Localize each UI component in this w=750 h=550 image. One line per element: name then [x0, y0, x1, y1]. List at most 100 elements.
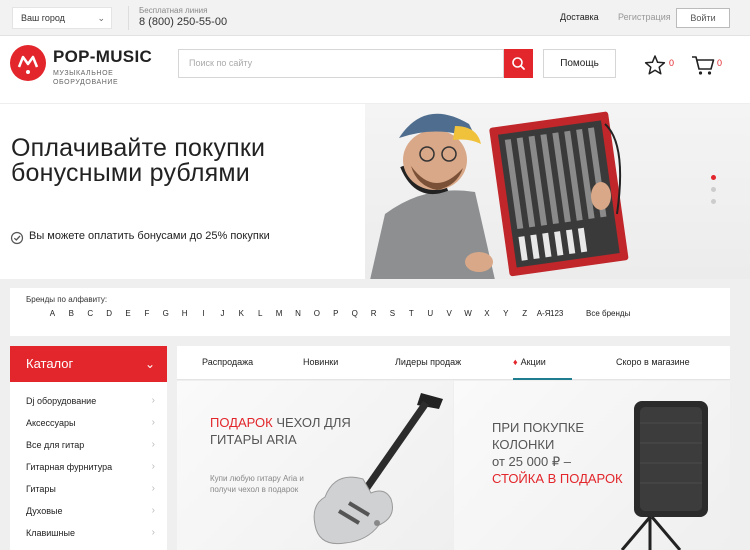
- brand-letter-123[interactable]: 123: [550, 309, 563, 318]
- search-input[interactable]: Поиск по сайту: [178, 49, 504, 78]
- tab-sale[interactable]: Распродажа: [202, 346, 253, 380]
- brand-letter[interactable]: D: [100, 309, 119, 318]
- tab-promotions[interactable]: ♦ Акции: [513, 346, 572, 380]
- catalog-list: Dj оборудование › Аксессуары › Все для гитар…: [10, 382, 167, 544]
- brand-letters: A B C D E F G H I J K L M N O P Q R S T U V W X Y Z А-Я: [43, 309, 553, 318]
- catalog-item-label: Dj оборудование: [26, 396, 97, 406]
- favorites-count: 0: [669, 58, 675, 68]
- divider: [128, 6, 129, 30]
- brand-letter[interactable]: L: [251, 309, 270, 318]
- catalog-item-label: Гитары: [26, 484, 56, 494]
- search-button[interactable]: [504, 49, 533, 78]
- register-link[interactable]: Регистрация: [618, 12, 671, 22]
- star-icon: [644, 55, 666, 75]
- promo-subtitle: Купи любую гитару Aria и получи чехол в …: [210, 474, 304, 494]
- brand-letter[interactable]: N: [289, 309, 308, 318]
- catalog-item[interactable]: Гитарная фурнитура ›: [10, 456, 167, 478]
- brand-letter[interactable]: M: [270, 309, 289, 318]
- logo-name[interactable]: POP-MUSIC: [53, 47, 152, 67]
- brands-panel: Бренды по алфавиту: ABCDEFGHIJKLMNOPQRST…: [10, 288, 730, 336]
- cart-count: 0: [717, 58, 723, 68]
- catalog-item[interactable]: Все для гитар ›: [10, 434, 167, 456]
- brand-letter[interactable]: V: [440, 309, 459, 318]
- brand-letter[interactable]: B: [62, 309, 81, 318]
- city-label: Ваш город: [21, 13, 65, 23]
- promo-card-speaker[interactable]: ПРИ ПОКУПКЕ КОЛОНКИ от 25 000 ₽ – СТОЙКА…: [454, 381, 730, 550]
- slider-dot[interactable]: [711, 199, 716, 204]
- delivery-link[interactable]: Доставка: [560, 12, 599, 22]
- hero-banner[interactable]: Оплачивайте покупки бонусными рублями Вы…: [0, 103, 750, 279]
- tab-new[interactable]: Новинки: [303, 346, 338, 380]
- catalog-item-label: Гитарная фурнитура: [26, 462, 113, 472]
- brand-letter[interactable]: K: [232, 309, 251, 318]
- tab-promotions-label: Акции: [520, 357, 546, 367]
- login-button[interactable]: Войти: [676, 8, 730, 28]
- search-icon: [512, 57, 525, 70]
- city-select[interactable]: Ваш город ⌄: [12, 7, 112, 29]
- brand-letter[interactable]: O: [307, 309, 326, 318]
- catalog-item[interactable]: Dj оборудование ›: [10, 390, 167, 412]
- chevron-right-icon: ›: [151, 395, 155, 406]
- chevron-down-icon: ⌄: [144, 357, 155, 371]
- brand-letter[interactable]: R: [364, 309, 383, 318]
- chevron-right-icon: ›: [151, 527, 155, 538]
- brand-letter[interactable]: E: [119, 309, 138, 318]
- catalog-item[interactable]: Гитары ›: [10, 478, 167, 500]
- logo-tagline: МУЗЫКАЛЬНОЕ ОБОРУДОВАНИЕ: [53, 70, 119, 86]
- brand-letter[interactable]: F: [137, 309, 156, 318]
- all-brands-link[interactable]: Все бренды: [586, 309, 630, 318]
- speaker-image: [620, 401, 708, 550]
- promo-card-guitar[interactable]: ПОДАРОК ЧЕХОЛ ДЛЯ ГИТАРЫ ARIA Купи любую…: [177, 381, 453, 550]
- banner-title: Оплачивайте покупки бонусными рублями: [11, 134, 266, 187]
- slider-dot[interactable]: [711, 187, 716, 192]
- product-tabs: Распродажа Новинки Лидеры продаж ♦ Акции …: [177, 346, 730, 380]
- chevron-right-icon: ›: [151, 483, 155, 494]
- catalog-sidebar: Каталог ⌄ Dj оборудование › Аксессуары › Все…: [10, 346, 167, 550]
- brands-label: Бренды по алфавиту:: [26, 295, 108, 304]
- banner-image: [365, 104, 750, 279]
- brand-letter[interactable]: Q: [345, 309, 364, 318]
- brand-letter[interactable]: P: [326, 309, 345, 318]
- slider-dots[interactable]: [711, 175, 716, 211]
- chevron-down-icon: ⌄: [97, 13, 105, 23]
- catalog-item[interactable]: Клавишные ›: [10, 522, 167, 544]
- chevron-right-icon: ›: [151, 505, 155, 516]
- favorites-button[interactable]: [643, 54, 667, 81]
- cart-icon: [692, 56, 715, 75]
- hotline-label: Бесплатная линия: [139, 6, 208, 15]
- help-button[interactable]: Помощь: [543, 49, 616, 78]
- brand-letter[interactable]: J: [213, 309, 232, 318]
- brand-letter[interactable]: Z: [515, 309, 534, 318]
- slider-dot[interactable]: [711, 175, 716, 180]
- tab-bestsellers[interactable]: Лидеры продаж: [395, 346, 461, 380]
- check-circle-icon: [10, 231, 24, 250]
- chevron-right-icon: ›: [151, 461, 155, 472]
- brand-letter[interactable]: G: [156, 309, 175, 318]
- brand-letter[interactable]: T: [402, 309, 421, 318]
- brand-letter[interactable]: U: [421, 309, 440, 318]
- catalog-title: Каталог: [26, 356, 74, 371]
- promo-title-highlight: ПОДАРОК: [210, 415, 273, 430]
- brand-letter[interactable]: S: [383, 309, 402, 318]
- logo-icon[interactable]: [10, 45, 46, 81]
- top-bar: Ваш город ⌄ Бесплатная линия 8 (800) 250…: [0, 0, 750, 36]
- catalog-toggle[interactable]: Каталог ⌄: [10, 346, 167, 382]
- brand-letter[interactable]: H: [175, 309, 194, 318]
- electric-guitar-image: [313, 393, 443, 545]
- dj-mixer-illustration: [370, 111, 629, 279]
- brand-letter[interactable]: A: [43, 309, 62, 318]
- catalog-item-label: Все для гитар: [26, 440, 85, 450]
- brand-letter[interactable]: W: [459, 309, 478, 318]
- hotline-phone[interactable]: 8 (800) 250-55-00: [139, 16, 227, 28]
- brand-letter[interactable]: C: [81, 309, 100, 318]
- catalog-item-label: Клавишные: [26, 528, 75, 538]
- tab-coming-soon[interactable]: Скоро в магазине: [616, 346, 690, 380]
- brand-letter[interactable]: Y: [496, 309, 515, 318]
- brand-letter[interactable]: I: [194, 309, 213, 318]
- catalog-item[interactable]: Духовые ›: [10, 500, 167, 522]
- chevron-right-icon: ›: [151, 439, 155, 450]
- fire-icon: ♦: [513, 357, 518, 367]
- catalog-item[interactable]: Аксессуары ›: [10, 412, 167, 434]
- cart-button[interactable]: [690, 54, 716, 81]
- brand-letter[interactable]: X: [477, 309, 496, 318]
